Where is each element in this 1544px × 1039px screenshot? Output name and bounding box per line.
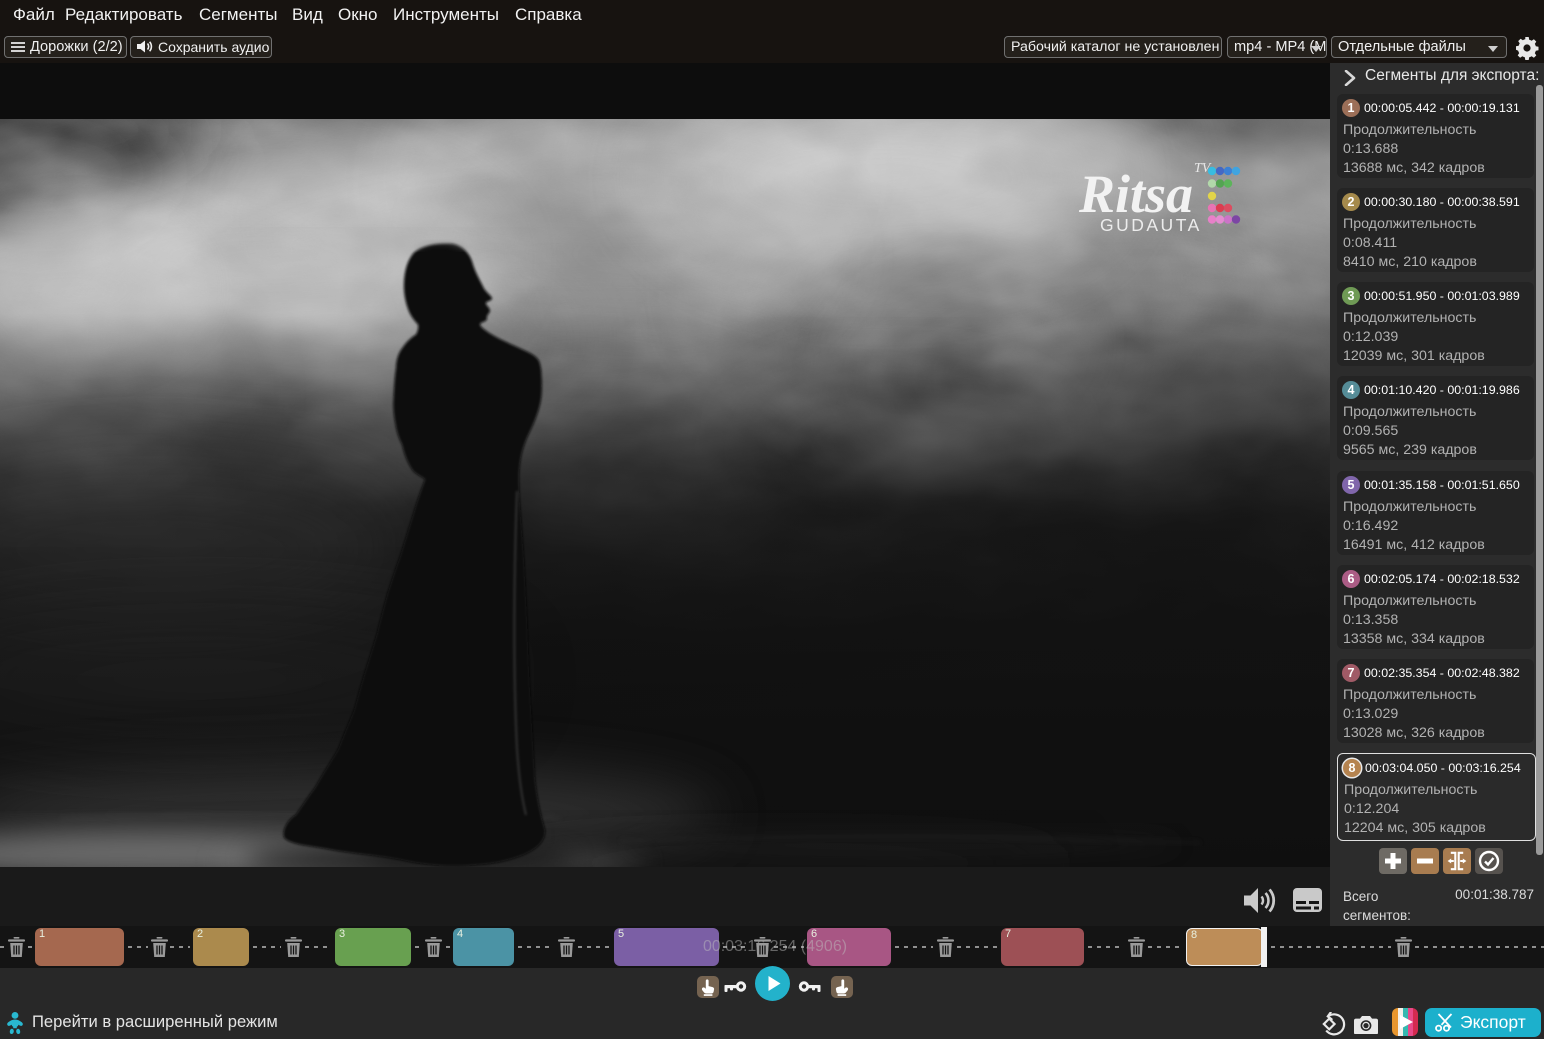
svg-text:GUDAUTA: GUDAUTA	[1100, 215, 1202, 235]
